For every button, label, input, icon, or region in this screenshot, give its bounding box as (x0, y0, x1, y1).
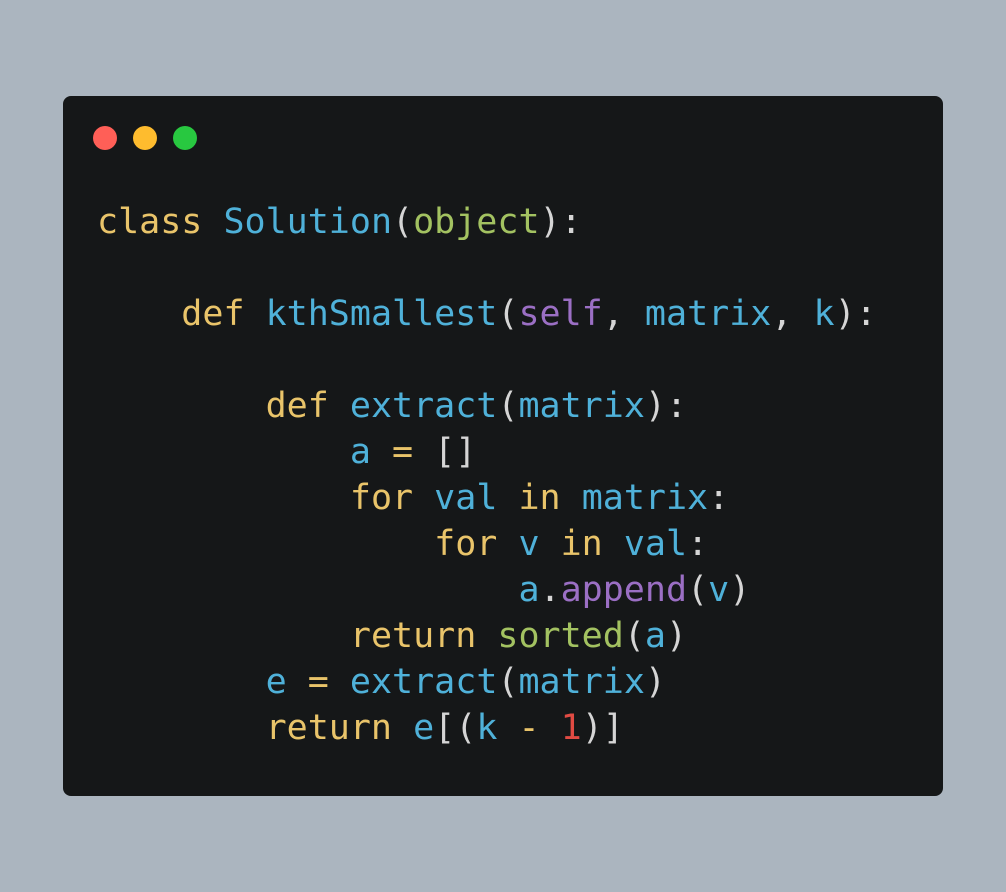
code-token: for (349, 478, 414, 518)
code-token: ) (665, 616, 688, 656)
zoom-dot-icon[interactable] (173, 126, 197, 150)
code-token: ( (497, 294, 519, 334)
code-block: class Solution(object): def kthSmallest(… (97, 199, 877, 751)
code-line: a = [] (97, 429, 877, 475)
code-line: e = extract(matrix) (97, 659, 877, 705)
code-token: sorted (497, 616, 624, 656)
code-token: ( (687, 570, 709, 610)
code-token: Solution (223, 202, 393, 242)
code-line: def extract(matrix): (97, 383, 877, 429)
code-token: a (644, 616, 666, 656)
code-token: val (623, 524, 688, 564)
minimize-dot-icon[interactable] (133, 126, 157, 150)
code-token: e (413, 708, 435, 748)
code-token: . (539, 570, 561, 610)
code-token: e (265, 662, 287, 702)
code-token: : (687, 524, 709, 564)
code-token: ( (392, 202, 414, 242)
code-token: ): (539, 202, 582, 242)
close-dot-icon[interactable] (93, 126, 117, 150)
code-line: for val in matrix: (97, 475, 877, 521)
window-controls (93, 126, 197, 150)
code-token: ( (497, 662, 519, 702)
code-token: : (708, 478, 730, 518)
code-token: ): (644, 386, 688, 426)
code-token: [] (413, 432, 477, 472)
code-token: , (602, 294, 645, 334)
code-line: class Solution(object): (97, 199, 877, 245)
code-token: matrix (518, 662, 645, 702)
code-token: ) (729, 570, 751, 610)
code-token: extract (349, 662, 498, 702)
code-token: self (518, 294, 603, 334)
code-token: = (307, 662, 329, 702)
code-window: class Solution(object): def kthSmallest(… (63, 96, 943, 796)
code-token: v (708, 570, 730, 610)
code-token: kthSmallest (265, 294, 498, 334)
code-line: return e[(k - 1)] (97, 705, 877, 751)
code-token: ): (834, 294, 877, 334)
code-token: def (265, 386, 329, 426)
code-token: extract (349, 386, 498, 426)
code-token: k (813, 294, 835, 334)
code-token: = (392, 432, 414, 472)
code-token: val (434, 478, 498, 518)
code-token: , (771, 294, 814, 334)
code-line: for v in val: (97, 521, 877, 567)
code-token: [( (434, 708, 477, 748)
code-token: object (413, 202, 540, 242)
code-token: matrix (644, 294, 772, 334)
code-line: a.append(v) (97, 567, 877, 613)
code-token: ) (644, 662, 666, 702)
code-token: in (560, 524, 603, 564)
code-token: def (181, 294, 245, 334)
code-token: class (97, 202, 203, 242)
code-line: def kthSmallest(self, matrix, k): (97, 291, 877, 337)
code-token: 1 (560, 708, 582, 748)
code-token: - (518, 708, 540, 748)
code-token: matrix (518, 386, 645, 426)
code-token: append (560, 570, 688, 610)
code-token: for (434, 524, 498, 564)
code-token: k (476, 708, 498, 748)
code-token: ( (497, 386, 519, 426)
code-token: ( (623, 616, 645, 656)
code-token: matrix (581, 478, 709, 518)
code-token: in (518, 478, 561, 518)
code-token: v (518, 524, 540, 564)
code-token: )] (581, 708, 624, 748)
code-token: return (265, 708, 393, 748)
code-token: return (349, 616, 477, 656)
code-token: a (349, 432, 371, 472)
code-token: a (518, 570, 540, 610)
code-line: return sorted(a) (97, 613, 877, 659)
